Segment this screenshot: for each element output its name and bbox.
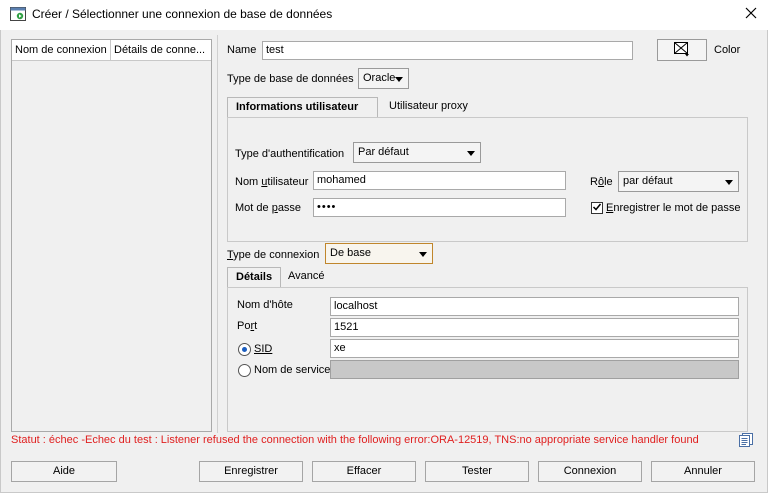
sid-label[interactable]: SID: [254, 343, 272, 355]
log-list-icon: [738, 433, 754, 451]
tab-advanced[interactable]: Avancé: [280, 267, 333, 288]
host-label: Nom d'hôte: [237, 299, 293, 311]
db-type-select[interactable]: Oracle: [358, 68, 409, 89]
clear-button[interactable]: Effacer: [312, 461, 416, 482]
close-button[interactable]: [738, 3, 764, 25]
splitter[interactable]: [217, 35, 218, 433]
column-header-connection-name[interactable]: Nom de connexion: [12, 40, 111, 61]
auth-type-value: Par défaut: [358, 146, 409, 158]
save-password-checkbox[interactable]: [591, 202, 603, 214]
service-name-input: [330, 360, 739, 379]
color-label: Color: [714, 44, 741, 56]
tab-user-info[interactable]: Informations utilisateur: [227, 97, 378, 118]
save-button[interactable]: Enregistrer: [199, 461, 303, 482]
color-button[interactable]: [657, 39, 707, 61]
connection-type-label: Type de connexion: [227, 249, 320, 261]
service-name-radio[interactable]: [238, 364, 251, 377]
db-type-value: Oracle: [363, 72, 396, 84]
auth-type-label: Type d'authentification: [235, 148, 345, 160]
chevron-down-icon: [467, 151, 475, 156]
test-button[interactable]: Tester: [425, 461, 529, 482]
sid-radio[interactable]: [238, 343, 251, 356]
host-input[interactable]: localhost: [330, 297, 739, 316]
chevron-down-icon: [419, 252, 427, 257]
port-input[interactable]: 1521: [330, 318, 739, 337]
save-password-label[interactable]: Enregistrer le mot de passe: [606, 202, 741, 214]
password-label: Mot de passe: [235, 202, 302, 214]
tab-proxy-user[interactable]: Utilisateur proxy: [381, 97, 476, 118]
role-value: par défaut: [623, 175, 673, 187]
app-icon: [10, 7, 26, 21]
name-input[interactable]: test: [262, 41, 633, 60]
auth-type-select[interactable]: Par défaut: [353, 142, 481, 163]
radio-selected-dot: [242, 347, 247, 352]
window-title: Créer / Sélectionner une connexion de ba…: [32, 7, 333, 21]
db-type-label: Type de base de données: [227, 73, 354, 85]
role-label: Rôle: [590, 176, 613, 188]
port-label: Port: [237, 320, 258, 332]
help-button[interactable]: Aide: [11, 461, 117, 482]
connection-list-header: Nom de connexion Détails de conne...: [12, 40, 211, 61]
close-icon: [745, 7, 757, 22]
connect-button[interactable]: Connexion: [538, 461, 642, 482]
password-input[interactable]: ••••: [313, 198, 566, 217]
chevron-down-icon: [725, 180, 733, 185]
chevron-down-icon: [395, 77, 403, 82]
username-input[interactable]: mohamed: [313, 171, 566, 190]
tab-details[interactable]: Détails: [227, 267, 281, 288]
service-name-label[interactable]: Nom de service: [254, 364, 330, 376]
column-header-connection-details[interactable]: Détails de conne...: [111, 40, 211, 61]
cancel-button[interactable]: Annuler: [651, 461, 755, 482]
copy-log-button[interactable]: [738, 432, 754, 451]
username-label: Nom utilisateur: [235, 176, 309, 188]
sid-input[interactable]: xe: [330, 339, 739, 358]
name-label: Name: [227, 44, 257, 56]
connection-type-select[interactable]: De base: [325, 243, 433, 264]
color-picker-icon: [673, 41, 691, 60]
connection-list[interactable]: Nom de connexion Détails de conne...: [11, 39, 212, 432]
connection-type-value: De base: [330, 247, 371, 259]
role-select[interactable]: par défaut: [618, 171, 739, 192]
status-message: Statut : échec -Echec du test : Listener…: [11, 434, 699, 446]
checkmark-icon: [592, 202, 602, 215]
